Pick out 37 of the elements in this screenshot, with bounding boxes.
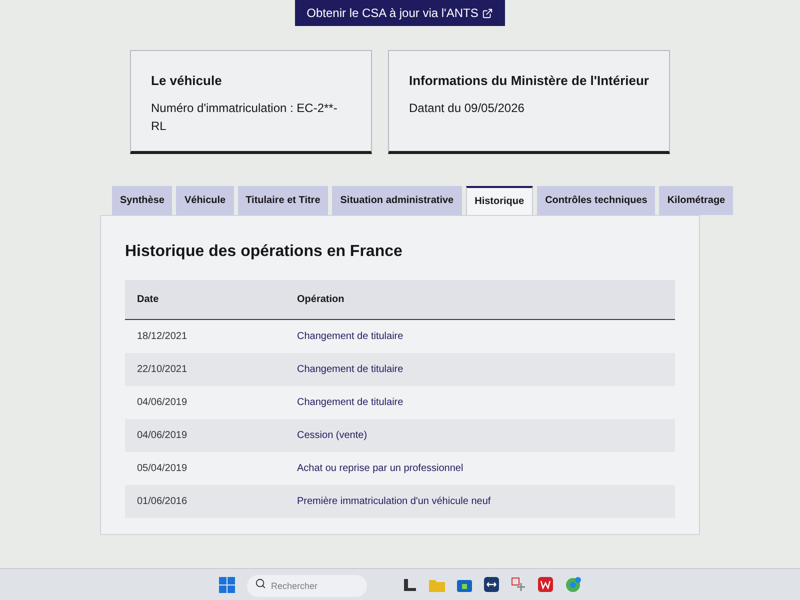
search-field[interactable]: Rechercher bbox=[247, 574, 367, 596]
column-header: Opération bbox=[296, 293, 346, 307]
table-cell-text: Première immatriculation d'un véhicule neuf bbox=[296, 495, 492, 509]
tab[interactable]: Synthèse bbox=[112, 186, 172, 215]
card-text: Numéro d'immatriculation : EC-2**-RL bbox=[151, 100, 338, 134]
card-title: Le véhicule bbox=[151, 72, 223, 90]
card-text: Datant du 09/05/2026 bbox=[408, 100, 526, 116]
table-cell-text: Changement de titulaire bbox=[296, 396, 404, 410]
table-cell-text: 05/04/2019 bbox=[136, 462, 188, 476]
browser-icon[interactable] bbox=[565, 576, 581, 592]
table-cell-text: Achat ou reprise par un professionnel bbox=[296, 462, 464, 476]
remote-app-icon[interactable] bbox=[484, 577, 499, 592]
search-icon bbox=[255, 578, 266, 588]
tab[interactable]: Situation administrative bbox=[332, 186, 462, 215]
tab[interactable]: Véhicule bbox=[176, 186, 234, 215]
tab[interactable]: Kilométrage bbox=[659, 186, 734, 215]
column-header: Date bbox=[136, 293, 160, 307]
table-cell-text: Changement de titulaire bbox=[296, 330, 404, 344]
panel-title: Historique des opérations en France bbox=[125, 242, 404, 262]
snipping-icon[interactable] bbox=[511, 577, 526, 592]
card-title: Informations du Ministère de l'Intérieur bbox=[408, 72, 649, 90]
table-cell-text: 18/12/2021 bbox=[136, 330, 188, 344]
table-cell-text: 01/06/2016 bbox=[136, 495, 188, 509]
office-app-icon[interactable] bbox=[538, 577, 553, 592]
table-cell-text: 04/06/2019 bbox=[136, 396, 188, 410]
table-cell-text: 04/06/2019 bbox=[136, 429, 188, 443]
table-cell-text: Cession (vente) bbox=[296, 429, 368, 443]
table-cell-text: 22/10/2021 bbox=[136, 363, 188, 377]
tab[interactable]: Contrôles techniques bbox=[537, 186, 656, 215]
tab[interactable]: Historique bbox=[466, 186, 534, 215]
store-icon[interactable] bbox=[457, 577, 472, 592]
tab[interactable]: Titulaire et Titre bbox=[238, 186, 328, 215]
table-cell-text: Changement de titulaire bbox=[296, 363, 404, 377]
start-icon[interactable] bbox=[219, 576, 235, 592]
ants-link-button[interactable]: Obtenir le CSA à jour via l'ANTS bbox=[294, 0, 506, 26]
app-icon[interactable] bbox=[403, 578, 417, 592]
external-link-icon bbox=[482, 8, 494, 18]
